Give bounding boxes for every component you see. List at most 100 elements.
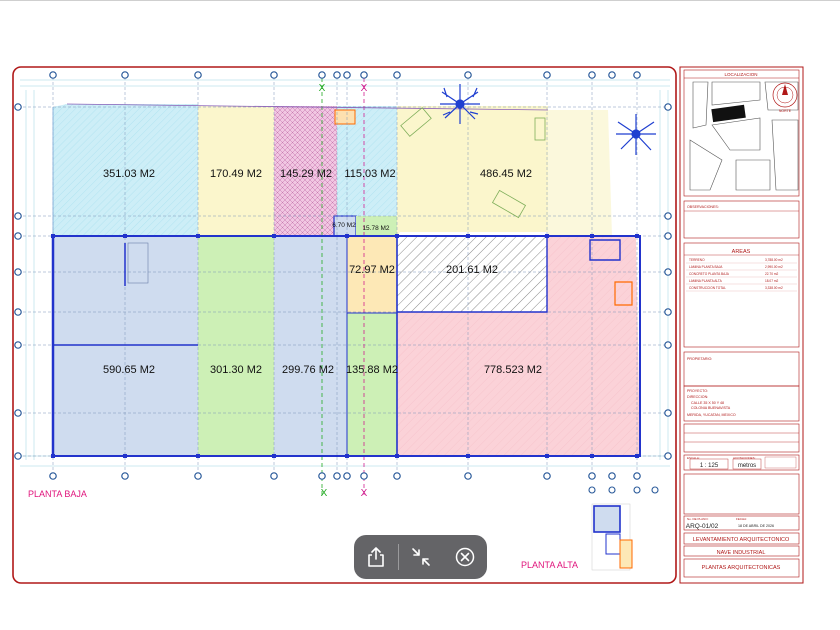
column-marker: [635, 234, 639, 238]
address-label: DIRECCION:: [687, 395, 708, 399]
area-label: 590.65 M2: [103, 364, 155, 376]
area-label: 299.76 M2: [282, 364, 334, 376]
document-title: LEVANTAMIENTO ARQUITECTONICO: [693, 537, 790, 543]
grid-bubble: [318, 71, 326, 79]
area-label: 6.70 M2: [332, 222, 356, 229]
collapse-icon: [412, 548, 430, 566]
grid-bubble: [664, 308, 672, 316]
area-row-value: 22.70 m2: [765, 272, 779, 276]
grid-bubble: [14, 268, 22, 276]
title-block: LOCALIZACION NORTE OBSERVACIONES: AREAS …: [683, 69, 800, 578]
collapse-button[interactable]: [399, 535, 443, 579]
date-label: FECHA:: [736, 517, 747, 521]
floor-label-upper: PLANTA ALTA: [521, 560, 578, 570]
column-marker: [395, 454, 399, 458]
areas-table: TERRENO 3,788.00 m2 LAMINA PLANTA BAJA 2,99…: [686, 258, 797, 292]
area-row-value: 18.07 m2: [765, 279, 779, 283]
zone-green-1: [198, 236, 274, 456]
grid-bubble: [270, 71, 278, 79]
sheet-subject: PLANTAS ARQUITECTONICAS: [702, 565, 781, 571]
column-marker: [123, 454, 127, 458]
grid-bubble: [14, 452, 22, 460]
area-label: 135.88 M2: [346, 364, 398, 376]
building-name: NAVE INDUSTRIAL: [717, 550, 766, 556]
area-label: 115.03 M2: [344, 168, 395, 180]
area-label: 72.97 M2: [349, 264, 395, 276]
area-label: 201.61 M2: [446, 264, 498, 276]
address-line-1: CALLE 35 X 50 Y 48: [691, 401, 724, 405]
grid-bubble: [664, 268, 672, 276]
area-row-label: CONSTRUCCION TOTAL: [689, 286, 726, 290]
area-row-label: CONCRETO PLANTA BAJA: [689, 272, 730, 276]
area-row-label: LAMINA PLANTA ALTA: [689, 279, 723, 283]
grid-bubble: [664, 212, 672, 220]
area-label: 145.29 M2: [280, 168, 332, 180]
areas-heading: AREAS: [732, 249, 751, 255]
column-marker: [466, 234, 470, 238]
grid-bubble: [664, 409, 672, 417]
close-circle-icon: [455, 547, 475, 567]
grid-bubble: [333, 71, 341, 79]
area-row-value: 3,338.00 m2: [765, 286, 783, 290]
grid-bubble: [121, 472, 129, 480]
column-marker: [635, 454, 639, 458]
grid-bubble: [270, 472, 278, 480]
units-value: metros: [738, 463, 756, 469]
scale-label: ESCALA:: [687, 456, 700, 460]
area-row-label: LAMINA PLANTA BAJA: [689, 265, 723, 269]
grid-bubble: [588, 472, 596, 480]
grid-bubble: [633, 486, 641, 494]
location-map: [689, 81, 799, 191]
column-marker: [51, 454, 55, 458]
zone-blue-2: [274, 236, 347, 456]
column-marker: [196, 454, 200, 458]
grid-bubble: [543, 71, 551, 79]
units-label: ACOTACIONES:: [733, 456, 756, 460]
grid-bubble: [49, 71, 57, 79]
grid-bubble: [14, 212, 22, 220]
grid-bubble: [608, 472, 616, 480]
close-button[interactable]: [443, 535, 487, 579]
grid-bubble: [360, 71, 368, 79]
grid-bubble: [664, 341, 672, 349]
grid-bubble: [608, 486, 616, 494]
grid-bubble: [608, 71, 616, 79]
grid-bubble: [633, 71, 641, 79]
grid-bubble: [343, 472, 351, 480]
north-label: NORTE: [779, 109, 792, 113]
site-marker: [711, 104, 746, 123]
scale-value: 1 : 125: [700, 463, 719, 469]
location-heading: LOCALIZACION: [724, 72, 757, 77]
area-label: 351.03 M2: [103, 168, 155, 180]
date: 18 DE ABRIL DE 2026: [738, 524, 774, 528]
area-row-label: TERRENO: [689, 258, 705, 262]
project-label: PROYECTO:: [687, 389, 708, 393]
grid-bubble: [588, 71, 596, 79]
column-marker: [545, 234, 549, 238]
grid-bubble: [664, 232, 672, 240]
grid-bubble: [194, 472, 202, 480]
floor-label-ground: PLANTA BAJA: [28, 489, 87, 499]
share-button[interactable]: [354, 535, 398, 579]
area-label: 170.49 M2: [210, 168, 262, 180]
viewer-toolbar: [354, 535, 487, 579]
area-row-value: 2,990.00 m2: [765, 265, 783, 269]
column-marker: [466, 454, 470, 458]
axis-marker-bottom-green: X: [321, 488, 328, 499]
grid-bubble: [664, 452, 672, 460]
grid-bubble: [333, 472, 341, 480]
upper-floor-plan: [591, 503, 633, 571]
grid-bubble: [343, 71, 351, 79]
grid-bubble: [14, 232, 22, 240]
column-marker: [590, 454, 594, 458]
grid-bubble: [393, 472, 401, 480]
grid-bubble: [588, 486, 596, 494]
share-icon: [368, 547, 384, 567]
title-block-frame: [679, 66, 804, 584]
area-label: 15.78 M2: [362, 225, 389, 232]
grid-bubble: [14, 409, 22, 417]
address-line-2: COLONIA BUENAVISTA: [691, 406, 731, 410]
grid-bubble: [664, 103, 672, 111]
grid-bubble: [543, 472, 551, 480]
column-marker: [345, 454, 349, 458]
